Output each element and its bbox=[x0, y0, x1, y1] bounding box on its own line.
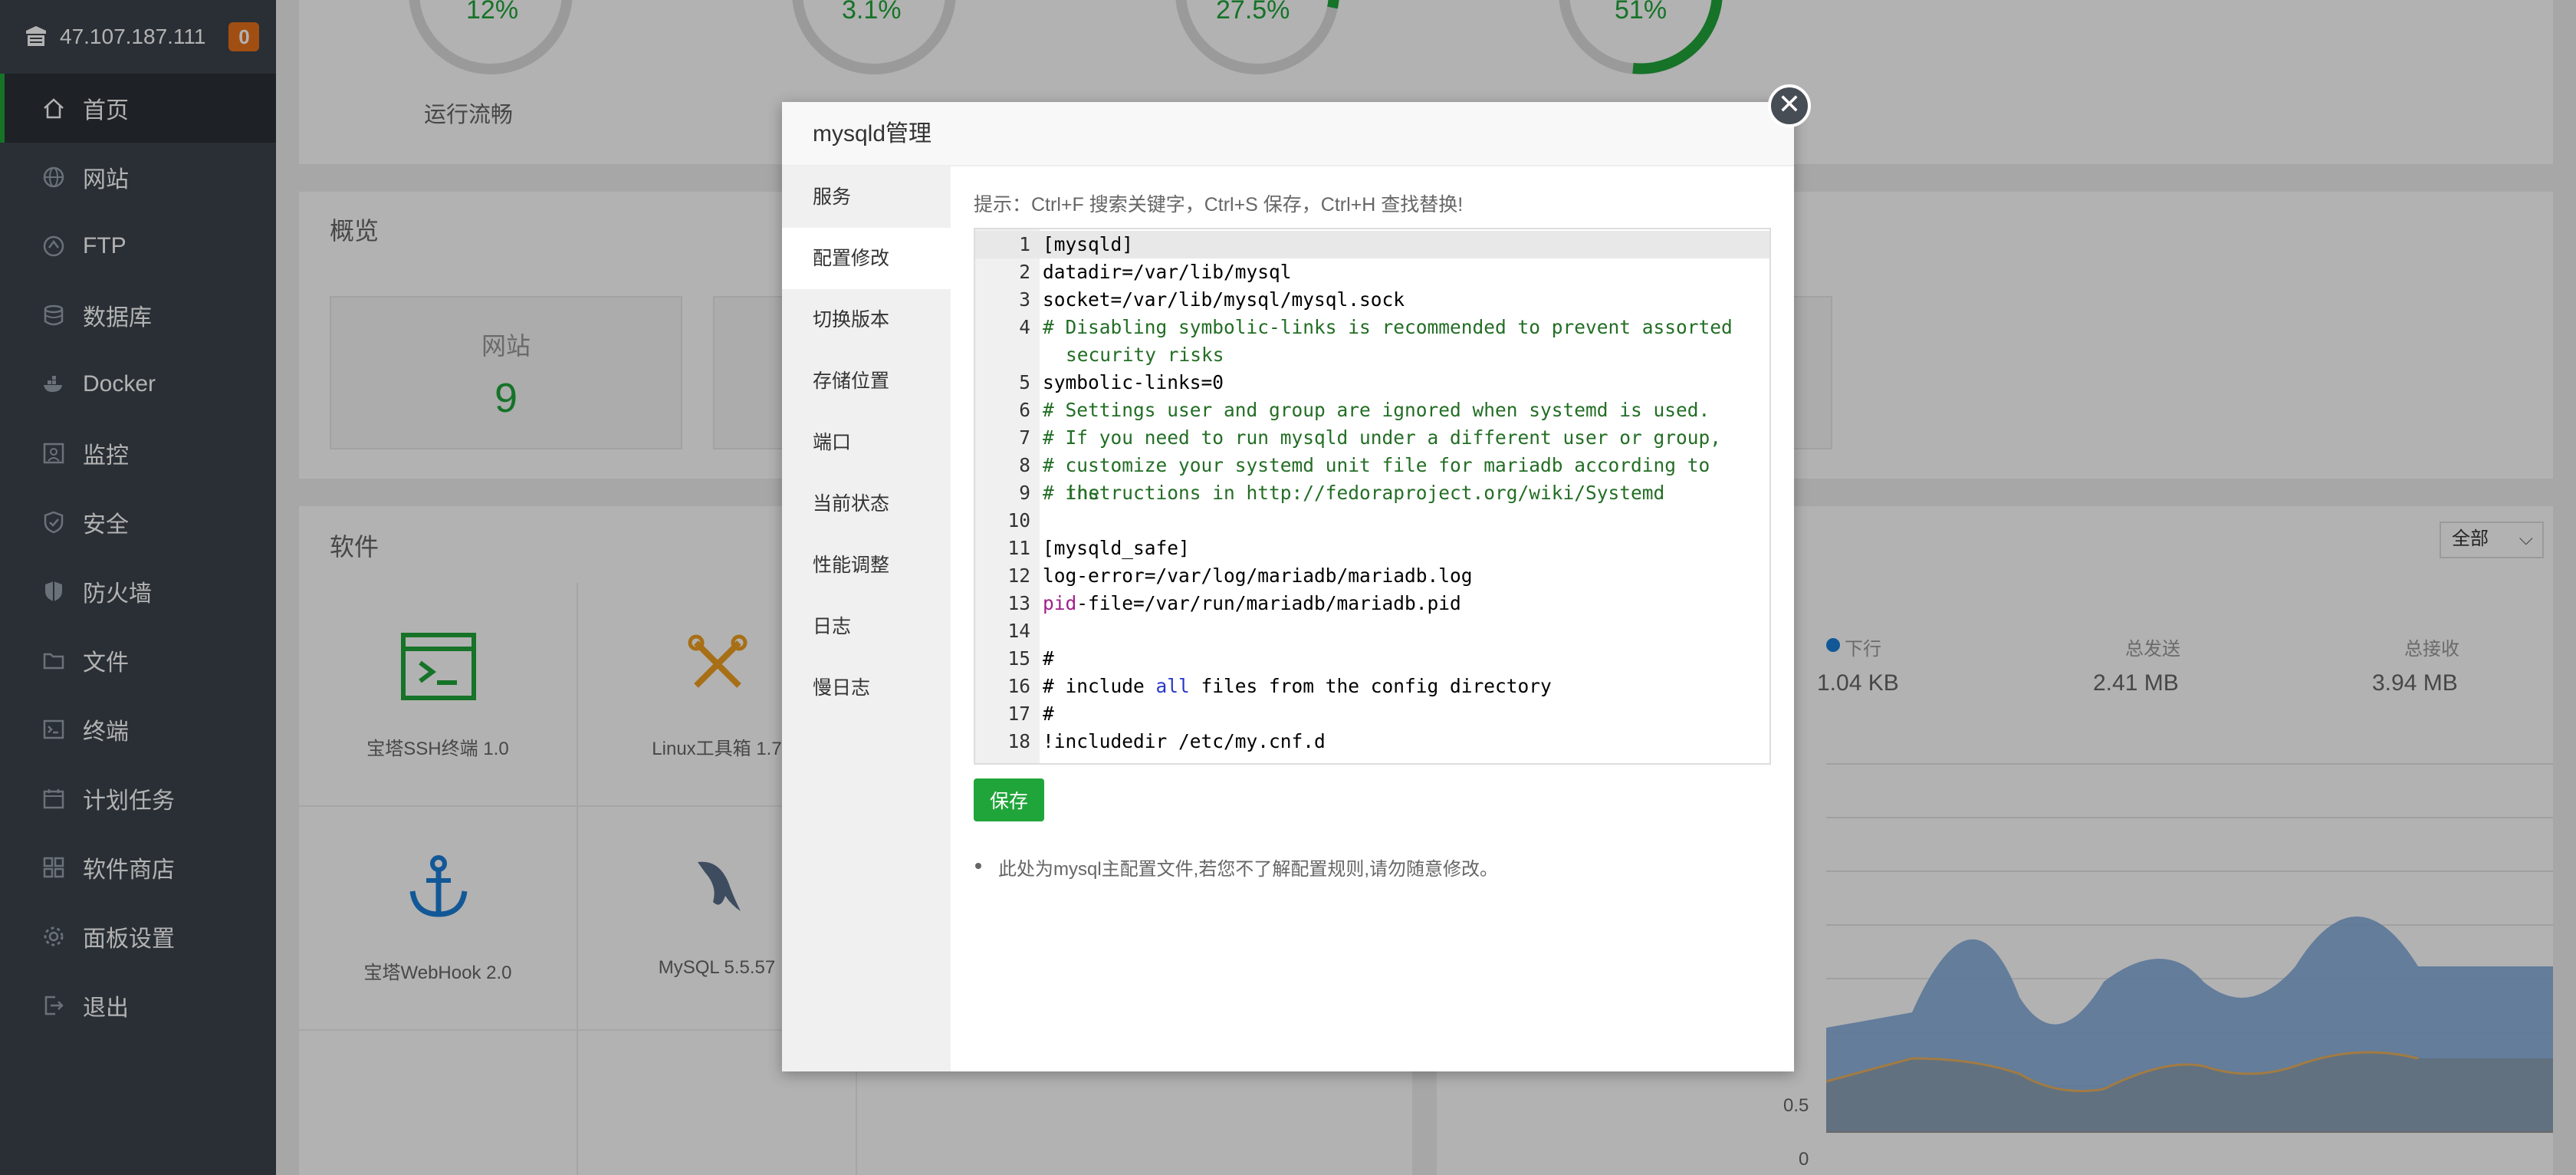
editor-line[interactable]: 15 # bbox=[975, 645, 1769, 673]
editor-line[interactable]: 17 # bbox=[975, 700, 1769, 728]
line-number: 12 bbox=[1007, 564, 1030, 587]
editor-line[interactable]: 3 socket=/var/lib/mysql/mysql.sock bbox=[975, 286, 1769, 314]
line-code: socket=/var/lib/mysql/mysql.sock bbox=[1043, 288, 1405, 311]
dialog-tab-6[interactable]: 性能调整 bbox=[782, 535, 951, 596]
editor-line[interactable]: 9 # instructions in http://fedoraproject.… bbox=[975, 479, 1769, 507]
line-number: 13 bbox=[1007, 592, 1030, 614]
config-warning-note: 此处为mysql主配置文件,若您不了解配置规则,请勿随意修改。 bbox=[974, 854, 1498, 880]
line-number: 6 bbox=[1019, 399, 1030, 421]
line-code: # bbox=[1043, 647, 1054, 670]
line-number: 9 bbox=[1019, 482, 1030, 504]
line-code: # include all files from the config dire… bbox=[1043, 673, 1754, 700]
line-number: 2 bbox=[1019, 261, 1030, 283]
line-code: datadir=/var/lib/mysql bbox=[1043, 261, 1292, 283]
editor-line[interactable]: 16 # include all files from the config di… bbox=[975, 673, 1769, 700]
editor-line[interactable]: 8 # customize your systemd unit file for … bbox=[975, 452, 1769, 504]
line-number: 8 bbox=[1019, 454, 1030, 476]
line-number: 4 bbox=[1019, 316, 1030, 338]
line-code: log-error=/var/log/mariadb/mariadb.log bbox=[1043, 564, 1473, 587]
editor-line[interactable]: 12 log-error=/var/log/mariadb/mariadb.log bbox=[975, 562, 1769, 590]
keyword-token: pid bbox=[1043, 592, 1077, 614]
mysqld-manager-dialog: mysqld管理 服务 配置修改 切换版本 存储位置 端口 当前状态 性能调整 日志 慢日志 提… bbox=[782, 102, 1794, 1071]
dialog-tab-7[interactable]: 日志 bbox=[782, 596, 951, 657]
editor-line[interactable]: 10 bbox=[975, 507, 1769, 535]
code-text: files from the config directory bbox=[1189, 675, 1552, 697]
editor-line[interactable]: 13 pid-file=/var/run/mariadb/mariadb.pid bbox=[975, 590, 1769, 617]
editor-line[interactable]: 14 bbox=[975, 617, 1769, 645]
line-number: 7 bbox=[1019, 426, 1030, 449]
editor-line[interactable]: 6 # Settings user and group are ignored w… bbox=[975, 397, 1769, 424]
dialog-tab-3[interactable]: 存储位置 bbox=[782, 351, 951, 412]
editor-line[interactable]: 1 [mysqld] bbox=[975, 231, 1769, 258]
line-number: 14 bbox=[1007, 620, 1030, 642]
dialog-tab-4[interactable]: 端口 bbox=[782, 412, 951, 473]
line-code: symbolic-links=0 bbox=[1043, 371, 1224, 393]
dialog-tab-2[interactable]: 切换版本 bbox=[782, 289, 951, 351]
code-text: # include bbox=[1043, 675, 1156, 697]
close-icon[interactable]: ✕ bbox=[1768, 84, 1811, 127]
line-code: # bbox=[1043, 703, 1054, 725]
line-code: [mysqld] bbox=[1043, 233, 1134, 255]
editor-line[interactable]: 11 [mysqld_safe] bbox=[975, 535, 1769, 562]
config-editor[interactable]: 1 [mysqld] 2 datadir=/var/lib/mysql 3 socket=… bbox=[974, 228, 1771, 765]
editor-line[interactable]: 7 # If you need to run mysqld under a dif… bbox=[975, 424, 1769, 452]
line-number: 17 bbox=[1007, 703, 1030, 725]
line-code: # instructions in http://fedoraproject.o… bbox=[1043, 482, 1665, 504]
line-number: 5 bbox=[1019, 371, 1030, 393]
dialog-tab-1[interactable]: 配置修改 bbox=[782, 228, 951, 289]
dialog-tab-8[interactable]: 慢日志 bbox=[782, 657, 951, 719]
code-text: -file=/var/run/mariadb/mariadb.pid bbox=[1076, 592, 1461, 614]
dialog-tab-5[interactable]: 当前状态 bbox=[782, 473, 951, 535]
dialog-nav: 服务 配置修改 切换版本 存储位置 端口 当前状态 性能调整 日志 慢日志 bbox=[782, 166, 951, 1071]
line-number: 10 bbox=[1007, 509, 1030, 532]
line-code: # Settings user and group are ignored wh… bbox=[1043, 399, 1710, 421]
line-code: [mysqld_safe] bbox=[1043, 537, 1190, 559]
line-number: 15 bbox=[1007, 647, 1030, 670]
line-code: pid-file=/var/run/mariadb/mariadb.pid bbox=[1043, 590, 1754, 617]
line-number: 16 bbox=[1007, 675, 1030, 697]
editor-line[interactable]: 4 # Disabling symbolic-links is recommend… bbox=[975, 314, 1769, 369]
line-code: # If you need to run mysqld under a diff… bbox=[1043, 426, 1722, 449]
line-number: 1 bbox=[1019, 233, 1030, 255]
line-code: !includedir /etc/my.cnf.d bbox=[1043, 730, 1326, 752]
editor-line[interactable]: 5 symbolic-links=0 bbox=[975, 369, 1769, 397]
save-button[interactable]: 保存 bbox=[974, 778, 1044, 821]
dialog-title: mysqld管理 bbox=[782, 102, 1794, 166]
editor-hint: 提示：Ctrl+F 搜索关键字，Ctrl+S 保存，Ctrl+H 查找替换! bbox=[974, 194, 1464, 216]
editor-line[interactable]: 2 datadir=/var/lib/mysql bbox=[975, 258, 1769, 286]
line-number: 11 bbox=[1007, 537, 1030, 559]
dialog-tab-0[interactable]: 服务 bbox=[782, 166, 951, 228]
line-code: # Disabling symbolic-links is recommende… bbox=[1043, 316, 1744, 366]
keyword-token: all bbox=[1155, 675, 1190, 697]
dialog-body: 提示：Ctrl+F 搜索关键字，Ctrl+S 保存，Ctrl+H 查找替换! 1… bbox=[951, 166, 1794, 1071]
editor-line[interactable]: 18 !includedir /etc/my.cnf.d bbox=[975, 728, 1769, 755]
line-number: 18 bbox=[1007, 730, 1030, 752]
line-number: 3 bbox=[1019, 288, 1030, 311]
